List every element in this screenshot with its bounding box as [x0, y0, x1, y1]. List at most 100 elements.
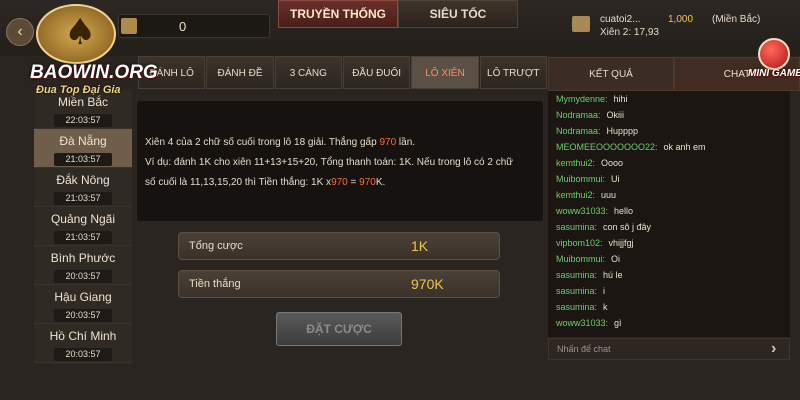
region-item-ho-chi-minh[interactable]: Hồ Chí Minh 20:03:57: [34, 324, 132, 363]
region-name: Hậu Giang: [54, 290, 112, 304]
region-name: Quảng Ngãi: [50, 212, 116, 226]
chat-text: Oooo: [601, 158, 624, 168]
chat-username: sasumina:: [556, 302, 598, 312]
region-item-quang-ngai[interactable]: Quảng Ngãi 21:03:57: [34, 207, 132, 246]
chat-text: hello: [614, 206, 634, 216]
desc-text: =: [347, 177, 360, 188]
user-region: (Miền Bắc): [712, 14, 761, 25]
chat-text: vhijjfgj: [608, 238, 634, 248]
region-name: Đà Nẵng: [59, 134, 107, 148]
chat-message: vipbom102: vhijjfgj: [548, 235, 790, 251]
tab-sieu-toc[interactable]: SIÊU TỐC: [398, 0, 518, 28]
tab-ket-qua[interactable]: KẾT QUẢ: [548, 57, 674, 91]
chat-text: Oi: [611, 254, 621, 264]
chat-message: sasumina: con sô j đây: [548, 219, 790, 235]
region-time: 21:03:57: [54, 231, 112, 244]
chat-username: sasumina:: [556, 270, 598, 280]
chat-username: MEOMEEOOOOOOO22:: [556, 142, 658, 152]
chat-text: Okiii: [606, 110, 625, 120]
bet-type-tabs: ĐÁNH LÔ ĐÁNH ĐỀ 3 CÀNG ĐẦU ĐUÔI LÔ XIÊN …: [138, 56, 548, 91]
chat-message: kemthui2: Oooo: [548, 155, 790, 171]
chat-username: woww31033:: [556, 206, 609, 216]
tab-lo-xien[interactable]: LÔ XIÊN: [411, 56, 479, 89]
minigame-button[interactable]: MINI GAME: [748, 38, 800, 84]
place-bet-button[interactable]: ĐẶT CƯỢC: [276, 312, 402, 346]
brand-logo: BAOWIN.ORG Đua Top Đại Gia: [30, 4, 160, 96]
bet-description: Xiên 4 của 2 chữ số cuối trong lô 18 giả…: [136, 100, 544, 222]
chat-username: Nodramaa:: [556, 110, 601, 120]
logo-emblem-icon: [36, 4, 116, 64]
region-item-da-nang[interactable]: Đà Nẵng 21:03:57: [34, 129, 132, 168]
chat-message: Muibommui: Ui: [548, 171, 790, 187]
chat-message: woww31033: hello: [548, 203, 790, 219]
win-amount-label: Tiền thắng: [189, 278, 241, 290]
chat-username: Mymydenne:: [556, 94, 608, 104]
region-item-dak-nong[interactable]: Đắk Nông 21:03:57: [34, 168, 132, 207]
chat-message: Nodramaa: Okiii: [548, 107, 790, 123]
ticket-icon: [572, 16, 590, 32]
desc-text: lần.: [396, 137, 416, 148]
region-name: Bình Phước: [50, 251, 116, 265]
region-time: 21:03:57: [54, 192, 112, 205]
region-list: Miền Bắc 22:03:57 Đà Nẵng 21:03:57 Đắk N…: [34, 90, 132, 364]
desc-text: số cuối là 11,13,15,20 thì Tiền thắng: 1…: [145, 177, 332, 188]
region-time: 21:03:57: [54, 153, 112, 166]
desc-highlight: 970: [331, 177, 348, 188]
total-bet-row: Tổng cược 1K: [178, 232, 500, 260]
description-line-1: Xiên 4 của 2 chữ số cuối trong lô 18 giả…: [145, 133, 535, 153]
chat-messages[interactable]: Mymydenne: hihi Nodramaa: Okiii Nodramaa: H…: [548, 91, 790, 337]
send-arrow-icon[interactable]: ›: [771, 340, 776, 358]
user-name: cuatoi2...: [600, 14, 641, 25]
region-item-binh-phuoc[interactable]: Bình Phước 20:03:57: [34, 246, 132, 285]
chat-username: sasumina:: [556, 222, 598, 232]
chat-username: Muibommui:: [556, 254, 606, 264]
description-line-3: số cuối là 11,13,15,20 thì Tiền thắng: 1…: [145, 173, 535, 193]
chat-text: Hupppp: [606, 126, 639, 136]
chat-text: ok anh em: [663, 142, 706, 152]
region-time: 20:03:57: [54, 270, 112, 283]
tab-lo-truot[interactable]: LÔ TRƯỢT: [479, 56, 547, 89]
chat-message: Nodramaa: Hupppp: [548, 123, 790, 139]
chat-text: hihi: [613, 94, 628, 104]
region-time: 22:03:57: [54, 114, 112, 127]
chat-input[interactable]: Nhấn để chat ›: [548, 338, 790, 360]
chat-username: sasumina:: [556, 286, 598, 296]
chat-message: Muibommui: Oi: [548, 251, 790, 267]
chat-username: vipbom102:: [556, 238, 603, 248]
total-bet-label: Tổng cược: [189, 240, 243, 252]
chat-placeholder: Nhấn để chat: [557, 344, 611, 354]
desc-highlight: 970: [359, 177, 376, 188]
chat-message: sasumina: k: [548, 299, 790, 315]
user-amount: 1,000: [668, 14, 694, 25]
chat-message: sasumina: hú le: [548, 267, 790, 283]
chat-username: kemthui2:: [556, 158, 596, 168]
tab-3-cang[interactable]: 3 CÀNG: [274, 56, 342, 89]
description-line-2: Ví dụ: đánh 1K cho xiên 11+13+15+20, Tổn…: [145, 157, 513, 168]
mode-tabs: TRUYỀN THỐNG SIÊU TỐC: [278, 0, 518, 28]
chat-text: hú le: [603, 270, 623, 280]
chat-message: woww31033: gì: [548, 315, 790, 331]
region-name: Đắk Nông: [56, 173, 110, 187]
chat-text: uuu: [601, 190, 617, 200]
chat-username: Nodramaa:: [556, 126, 601, 136]
desc-text: Xiên 4 của 2 chữ số cuối trong lô 18 giả…: [145, 137, 380, 148]
win-amount-value: 970K: [411, 276, 444, 292]
desc-text: K.: [375, 177, 386, 188]
chat-message: sasumina: i: [548, 283, 790, 299]
logo-slogan: Đua Top Đại Gia: [36, 84, 121, 96]
chat-text: Ui: [611, 174, 620, 184]
user-info[interactable]: cuatoi2... 1,000 (Miền Bắc) Xiên 2: 17,9…: [568, 12, 770, 42]
chat-username: Muibommui:: [556, 174, 606, 184]
region-item-hau-giang[interactable]: Hậu Giang 20:03:57: [34, 285, 132, 324]
balance-value: 0: [179, 19, 187, 34]
tab-truyen-thong[interactable]: TRUYỀN THỐNG: [278, 0, 398, 28]
chat-message: MEOMEEOOOOOOO22: ok anh em: [548, 139, 790, 155]
chat-username: kemthui2:: [556, 190, 596, 200]
region-time: 20:03:57: [54, 348, 112, 361]
win-amount-row: Tiền thắng 970K: [178, 270, 500, 298]
tab-danh-de[interactable]: ĐÁNH ĐỀ: [206, 56, 274, 89]
chat-message: kemthui2: uuu: [548, 187, 790, 203]
chat-text: gì: [614, 318, 622, 328]
minigame-icon: [758, 38, 790, 70]
tab-dau-duoi[interactable]: ĐẦU ĐUÔI: [342, 56, 411, 89]
